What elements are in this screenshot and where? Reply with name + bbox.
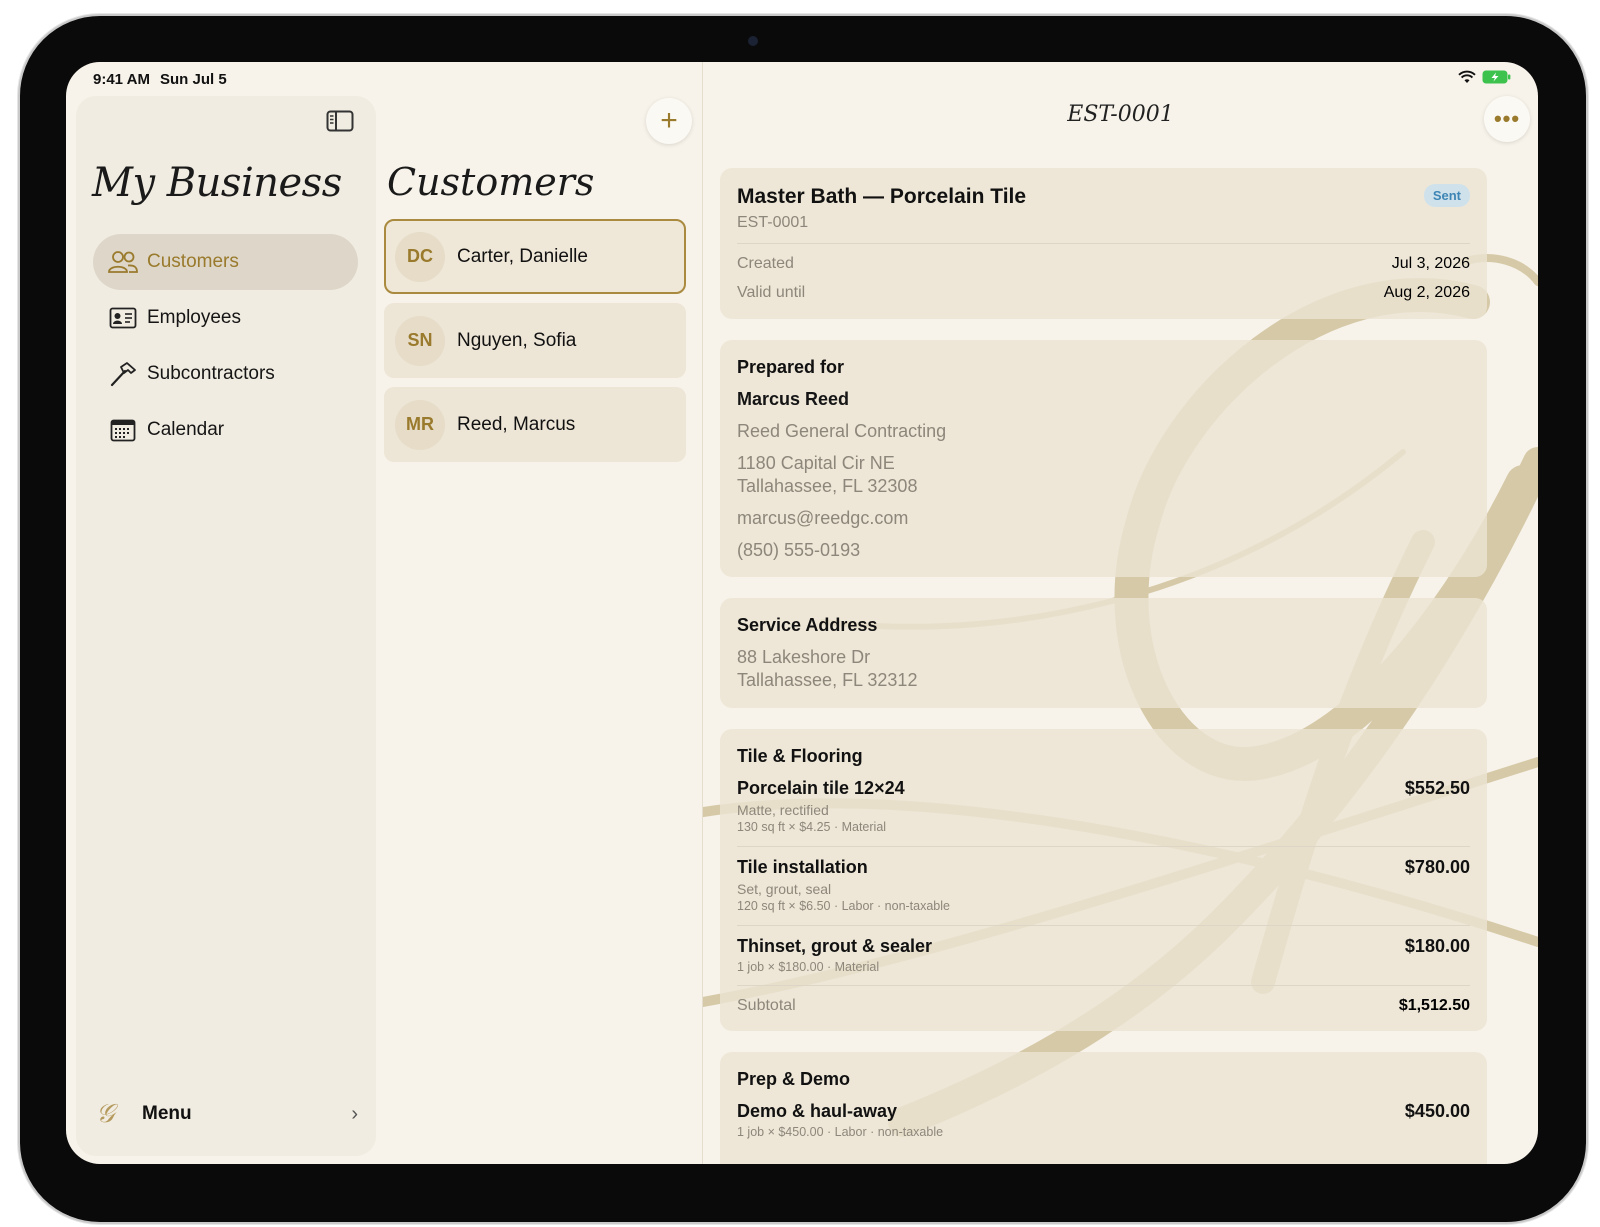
sidebar-item-customers[interactable]: Customers [93, 234, 358, 290]
item-name: Tile installation [737, 857, 868, 877]
screen: 9:41 AM Sun Jul 5 My Business Customers … [66, 62, 1538, 1164]
status-badge: Sent [1423, 184, 1470, 207]
sidebar-item-label: Employees [147, 307, 241, 328]
add-customer-button[interactable]: + [646, 98, 692, 144]
front-camera [748, 36, 758, 46]
section-heading: Prep & Demo [737, 1069, 851, 1089]
subtotal-label: Subtotal [737, 997, 796, 1014]
client-company: Reed General Contracting [737, 421, 947, 441]
sidebar-item-calendar[interactable]: Calendar [93, 402, 358, 458]
item-name: Porcelain tile 12×24 [737, 778, 905, 798]
client-phone[interactable]: (850) 555-0193 [737, 540, 860, 561]
item-meta: 1 job × $180.00 · Material [737, 960, 880, 974]
sidebar-toggle-icon [326, 110, 354, 132]
item-price: $180.00 [1404, 936, 1470, 956]
divider [737, 243, 1470, 244]
valid-until-label: Valid until [737, 284, 806, 301]
status-date: Sun Jul 5 [160, 71, 227, 88]
estimate-number: EST-0001 [737, 214, 809, 231]
customers-title: Customers [387, 160, 595, 204]
status-time: 9:41 AM [93, 71, 150, 88]
customer-name: Reed, Marcus [457, 413, 576, 435]
item-name: Thinset, grout & sealer [737, 936, 933, 956]
customer-row-carter[interactable]: DC Carter, Danielle [384, 219, 686, 294]
item-price: $450.00 [1404, 1101, 1470, 1121]
estimate-detail-pane: EST-0001 ••• Master Bath — Porcelain Til… [703, 62, 1538, 1164]
service-address-heading: Service Address [737, 615, 878, 635]
estimate-title: Master Bath — Porcelain Tile [737, 185, 1027, 208]
created-label: Created [737, 255, 794, 272]
client-address-line1: 1180 Capital Cir NE [737, 453, 895, 473]
subtotal-value: $1,512.50 [1398, 997, 1470, 1014]
brand-monogram-icon: 𝒢 [96, 1098, 115, 1129]
calendar-icon [107, 416, 139, 444]
customer-name: Nguyen, Sofia [457, 329, 577, 351]
line-items-section-tile-flooring: Tile & Flooring Porcelain tile 12×24 Mat… [720, 729, 1487, 1031]
line-items-section-prep-demo: Prep & Demo Demo & haul-away 1 job × $45… [720, 1052, 1487, 1164]
client-address-line2: Tallahassee, FL 32308 [737, 476, 918, 496]
sidebar-item-subcontractors[interactable]: Subcontractors [93, 346, 358, 402]
id-card-icon [107, 304, 139, 332]
item-description: Set, grout, seal [737, 881, 832, 897]
people-icon [107, 248, 139, 276]
line-item[interactable]: Demo & haul-away 1 job × $450.00 · Labor… [737, 1101, 1470, 1151]
customer-row-nguyen[interactable]: SN Nguyen, Sofia [384, 303, 686, 378]
line-item[interactable]: Porcelain tile 12×24 Matte, rectified 13… [737, 778, 1470, 848]
customer-list: DC Carter, Danielle SN Nguyen, Sofia MR … [384, 219, 686, 471]
menu-button[interactable]: 𝒢 Menu › [96, 1092, 358, 1136]
client-email[interactable]: marcus@reedgc.com [737, 508, 908, 529]
item-name: Demo & haul-away [737, 1101, 898, 1121]
service-address-card: Service Address 88 Lakeshore Dr Tallahas… [720, 598, 1487, 708]
ellipsis-icon: ••• [1493, 106, 1521, 131]
avatar: MR [395, 399, 445, 450]
item-price: $780.00 [1404, 857, 1470, 877]
customer-row-reed[interactable]: MR Reed, Marcus [384, 387, 686, 462]
hammer-icon [107, 360, 139, 388]
avatar: SN [395, 315, 445, 366]
sidebar-item-employees[interactable]: Employees [93, 290, 358, 346]
item-price: $552.50 [1404, 778, 1470, 798]
app-brand-title: My Business [92, 160, 342, 206]
estimate-header-card: Master Bath — Porcelain Tile Sent EST-00… [720, 168, 1487, 319]
customer-name: Carter, Danielle [457, 245, 588, 267]
created-value: Jul 3, 2026 [1391, 255, 1470, 272]
item-meta: 120 sq ft × $6.50 · Labor · non-taxable [737, 899, 950, 913]
divider [737, 846, 1470, 847]
line-item[interactable]: Thinset, grout & sealer 1 job × $180.00 … [737, 936, 1470, 986]
menu-label: Menu [142, 1103, 192, 1124]
sidebar-toggle-button[interactable] [326, 110, 354, 132]
plus-icon: + [660, 104, 678, 137]
subtotal-row: Subtotal $1,512.50 [737, 997, 1470, 1015]
valid-until-row: Valid until Aug 2, 2026 [737, 284, 1470, 302]
sidebar-item-label: Customers [147, 251, 239, 272]
sidebar: My Business Customers Employees Subcontr… [76, 96, 376, 1156]
service-address-line1: 88 Lakeshore Dr [737, 647, 871, 667]
more-options-button[interactable]: ••• [1484, 96, 1530, 142]
created-row: Created Jul 3, 2026 [737, 255, 1470, 273]
prepared-for-card: Prepared for Marcus Reed Reed General Co… [720, 340, 1487, 577]
client-name: Marcus Reed [737, 389, 850, 409]
divider [737, 985, 1470, 986]
section-heading: Tile & Flooring [737, 746, 863, 766]
valid-until-value: Aug 2, 2026 [1383, 284, 1470, 301]
estimate-nav-title: EST-0001 [1067, 102, 1174, 127]
item-description: Matte, rectified [737, 802, 829, 818]
prepared-for-heading: Prepared for [737, 357, 845, 377]
avatar: DC [395, 231, 445, 282]
sidebar-item-label: Subcontractors [147, 363, 275, 384]
chevron-right-icon: › [351, 1102, 358, 1125]
line-item[interactable]: Tile installation Set, grout, seal 120 s… [737, 857, 1470, 927]
divider [737, 925, 1470, 926]
sidebar-nav: Customers Employees Subcontractors Calen… [93, 234, 358, 458]
item-meta: 1 job × $450.00 · Labor · non-taxable [737, 1125, 944, 1139]
service-address-line2: Tallahassee, FL 32312 [737, 670, 918, 690]
item-meta: 130 sq ft × $4.25 · Material [737, 820, 887, 834]
customers-column: + Customers DC Carter, Danielle SN Nguye… [384, 96, 702, 1164]
sidebar-item-label: Calendar [147, 419, 225, 440]
